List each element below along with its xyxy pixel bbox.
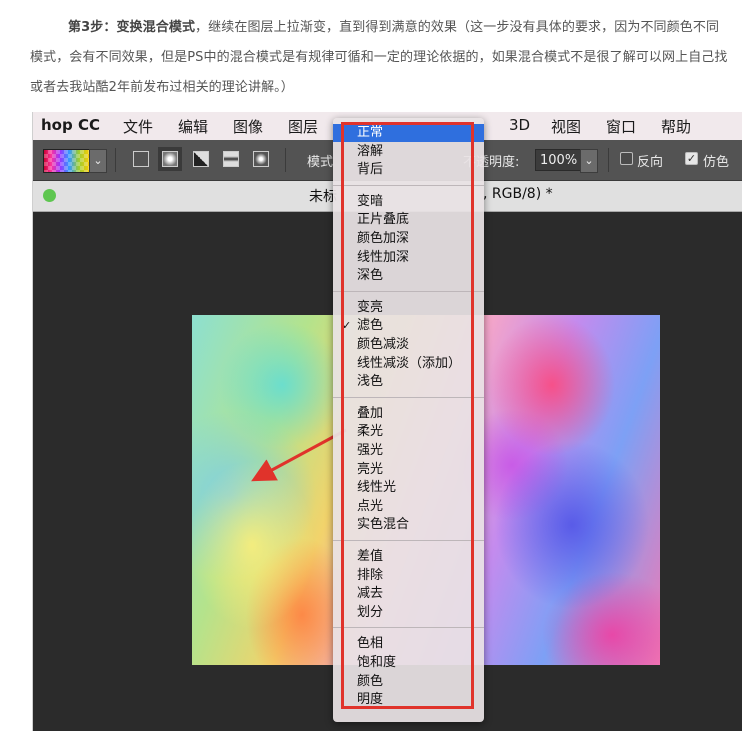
menu-separator [333,627,484,629]
blend-mode-item[interactable]: 明度 [333,691,484,709]
blend-mode-item[interactable]: 划分 [333,604,484,622]
dither-checkbox[interactable]: ✓ [685,152,698,165]
blend-mode-label: 线性减淡（添加） [357,355,462,371]
blend-mode-label: 背后 [357,162,384,178]
blend-mode-label: 深色 [357,268,384,284]
menu-window[interactable]: 窗口 [606,116,636,137]
menu-separator [333,396,484,398]
blend-mode-label: 溶解 [357,143,384,159]
photoshop-screenshot: hop CC 文件 编辑 图像 图层 3D 视图 窗口 帮助 ⌄ 模式 不透明度… [32,112,742,731]
reverse-label: 反向 [637,155,664,170]
blend-mode-item[interactable]: ✓ 滤色 [333,317,484,335]
mode-label: 模式 [307,155,334,170]
blend-mode-item[interactable]: 变暗 [333,193,484,211]
menu-separator [333,290,484,292]
blend-mode-item[interactable]: 颜色加深 [333,230,484,248]
article-text: 第3步：变换混合模式，继续在图层上拉渐变，直到得到满意的效果（这一步没有具体的要… [0,0,742,110]
blend-mode-item[interactable]: 浅色 [333,373,484,391]
blend-mode-item[interactable]: 正常 [333,124,484,142]
angle-gradient-icon[interactable] [193,151,209,167]
blend-mode-label: 差值 [357,549,384,564]
blend-mode-label: 排除 [357,567,384,583]
blend-mode-item[interactable]: 柔光 [333,423,484,441]
gradient-picker-chevron-icon[interactable]: ⌄ [89,149,107,173]
blend-mode-label: 线性光 [357,480,397,496]
blend-mode-label: 点光 [357,498,384,514]
blend-mode-label: 叠加 [357,405,384,421]
gradient-preview[interactable] [43,149,91,173]
menu-file[interactable]: 文件 [123,116,153,137]
blend-mode-label: 颜色 [357,673,384,689]
blend-mode-item[interactable]: 正片叠底 [333,211,484,229]
blend-mode-item[interactable]: 色相 [333,635,484,653]
blend-mode-item[interactable]: 变亮 [333,299,484,317]
blend-mode-item[interactable]: 亮光 [333,461,484,479]
blend-mode-label: 强光 [357,443,384,458]
menu-image[interactable]: 图像 [233,116,263,137]
blend-mode-label: 亮光 [357,461,384,477]
menu-view[interactable]: 视图 [551,116,581,137]
blend-mode-label: 饱和度 [357,655,397,670]
article-line-3: 或者去我站酷2年前发布过相关的理论讲解。） [30,80,294,95]
window-zoom-button[interactable] [43,189,56,202]
menu-separator [333,540,484,541]
blend-mode-item[interactable]: 深色 [333,267,484,285]
article-line-1-rest: ，继续在图层上拉渐变，直到得到满意的效果（这一步没有具体的要求，因为不同颜色不同 [195,20,720,35]
app-name: hop CC [41,116,100,134]
blend-mode-item[interactable]: 溶解 [333,143,484,161]
blend-mode-label: 正片叠底 [357,212,410,228]
document-title-right: , RGB/8) * [483,186,553,202]
step-title: 第3步：变换混合模式 [68,20,196,35]
blend-mode-label: 线性加深 [357,249,410,265]
blend-mode-label: 柔光 [357,424,384,440]
blend-mode-label: 明度 [357,692,384,708]
blend-mode-item[interactable]: 线性光 [333,479,484,497]
article-line-2: 模式，会有不同效果，但是PS中的混合模式是有规律可循和一定的理论依据的，如果混合… [30,50,728,65]
blend-mode-item[interactable]: 实色混合 [333,516,484,534]
checkmark-icon: ✓ [342,319,352,333]
blend-mode-item[interactable]: 叠加 [333,405,484,423]
blend-mode-label: 划分 [357,604,384,620]
blend-mode-dropdown[interactable]: 正常溶解背后变暗正片叠底颜色加深线性加深深色变亮 ✓ 滤色颜色减淡线性减淡（添加） 浅… [333,118,484,722]
blend-mode-label: 颜色减淡 [357,337,410,352]
blend-mode-item[interactable]: 差值 [333,548,484,566]
menu-layer[interactable]: 图层 [288,116,318,137]
radial-gradient-icon[interactable] [158,147,182,171]
divider [115,148,116,172]
reverse-checkbox[interactable] [620,152,633,165]
blend-mode-item[interactable]: 颜色 [333,673,484,691]
article-line-1: 第3步：变换混合模式，继续在图层上拉渐变，直到得到满意的效果（这一步没有具体的要… [68,12,742,44]
blend-mode-item[interactable]: 饱和度 [333,654,484,672]
blend-mode-label: 变亮 [357,299,384,315]
blend-mode-label: 实色混合 [357,517,410,533]
blend-mode-label: 变暗 [357,193,384,209]
blend-mode-label: 颜色加深 [357,231,410,246]
blend-mode-label: 减去 [357,586,384,602]
dither-label: 仿色 [703,155,730,170]
opacity-dropdown-chevron-icon[interactable]: ⌄ [580,149,598,173]
menu-separator [333,184,484,186]
blend-mode-item[interactable]: 强光 [333,442,484,460]
blend-mode-item[interactable]: 减去 [333,585,484,603]
diamond-gradient-icon[interactable] [253,151,269,167]
blend-mode-label: 滤色 [357,318,384,334]
blend-mode-item[interactable]: 线性减淡（添加） [333,355,484,373]
reflected-gradient-icon[interactable] [223,151,239,167]
blend-mode-item[interactable]: 排除 [333,567,484,585]
blend-mode-item[interactable]: 线性加深 [333,249,484,267]
blend-mode-label: 正常 [357,125,384,140]
blend-mode-item[interactable]: 颜色减淡 [333,336,484,354]
divider [285,148,286,172]
linear-gradient-icon[interactable] [133,151,149,167]
menu-edit[interactable]: 编辑 [178,116,208,137]
blend-mode-label: 色相 [357,636,384,652]
blend-mode-label: 浅色 [357,374,384,390]
divider [608,148,609,172]
menu-help[interactable]: 帮助 [661,116,691,137]
blend-mode-item[interactable]: 点光 [333,498,484,516]
blend-mode-item[interactable]: 背后 [333,161,484,179]
menu-3d[interactable]: 3D [509,116,530,134]
